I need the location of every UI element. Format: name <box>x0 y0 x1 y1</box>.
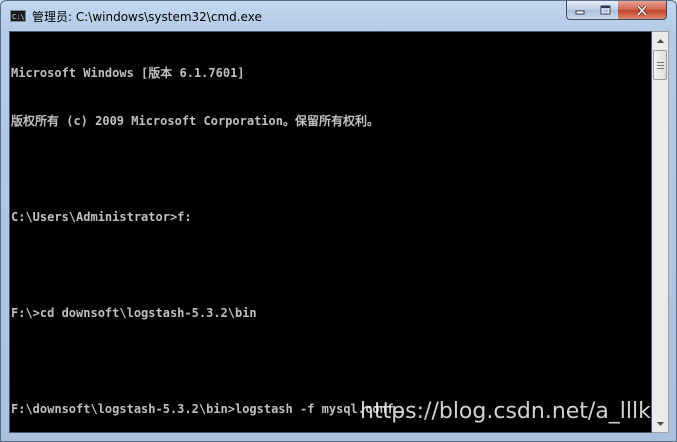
maximize-icon <box>600 5 610 15</box>
scroll-thumb[interactable] <box>653 50 667 80</box>
console-prompt-line[interactable]: F:\downsoft\logstash-5.3.2\bin>logstash … <box>11 401 402 417</box>
arrow-down-icon <box>656 421 664 426</box>
vertical-scrollbar[interactable] <box>652 31 669 433</box>
cmd-icon[interactable]: C:\ <box>10 10 26 22</box>
scroll-down-button[interactable] <box>652 415 668 432</box>
window-title: 管理员: C:\windows\system32\cmd.exe <box>32 10 262 24</box>
console-line: 版权所有 (c) 2009 Microsoft Corporation。保留所有… <box>11 114 379 128</box>
console-current-command: F:\downsoft\logstash-5.3.2\bin>logstash … <box>11 402 394 416</box>
console-line: C:\Users\Administrator>f: <box>11 210 192 224</box>
close-button[interactable] <box>618 1 667 20</box>
console-line: F:\>cd downsoft\logstash-5.3.2\bin <box>11 306 257 320</box>
maximize-button[interactable] <box>592 1 619 20</box>
title-bar[interactable]: C:\ 管理员: C:\windows\system32\cmd.exe <box>1 1 676 31</box>
console-output[interactable]: Microsoft Windows [版本 6.1.7601] 版权所有 (c)… <box>9 31 652 433</box>
close-icon <box>636 4 648 16</box>
minimize-icon <box>575 10 584 15</box>
scroll-up-button[interactable] <box>652 32 668 49</box>
svg-text:C:\: C:\ <box>12 13 24 20</box>
cmd-window: C:\ 管理员: C:\windows\system32\cmd.exe Mic <box>0 0 677 442</box>
watermark-text: https://blog.csdn.net/a_lllk <box>360 399 651 424</box>
console-line: Microsoft Windows [版本 6.1.7601] <box>11 66 245 80</box>
minimize-button[interactable] <box>566 1 593 20</box>
arrow-up-icon <box>656 38 664 43</box>
console-text: Microsoft Windows [版本 6.1.7601] 版权所有 (c)… <box>11 33 402 432</box>
